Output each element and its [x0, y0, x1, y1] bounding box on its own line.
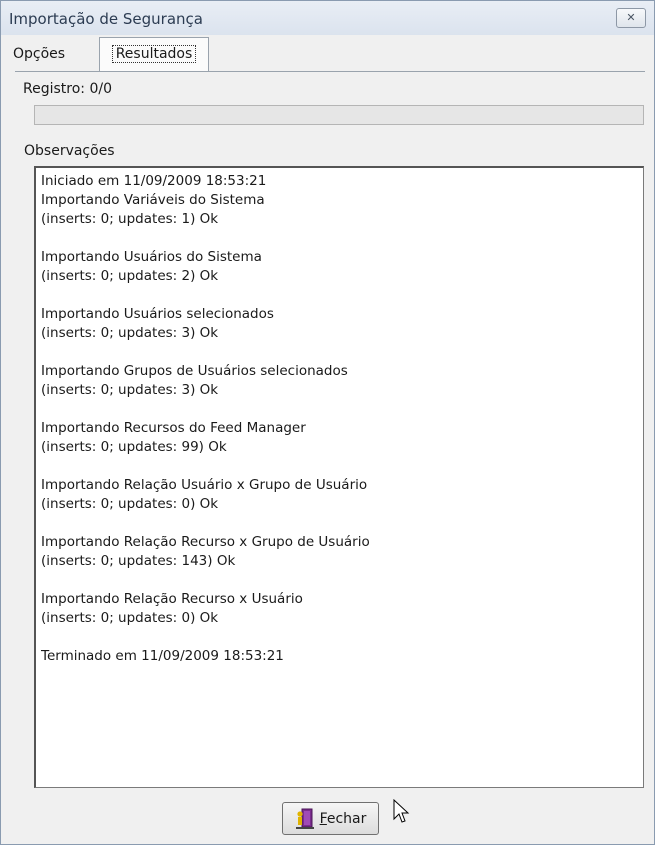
- memo-line: (inserts: 0; updates: 0) Ok: [41, 496, 219, 512]
- memo-line: Importando Variáveis do Sistema: [41, 192, 265, 208]
- memo-line: Importando Relação Recurso x Grupo de Us…: [41, 534, 370, 550]
- window-title: Importação de Segurança: [9, 10, 203, 28]
- memo-line: Importando Recursos do Feed Manager: [41, 420, 306, 436]
- observacoes-memo[interactable]: Iniciado em 11/09/2009 18:53:21 Importand…: [34, 166, 644, 788]
- import-dialog: Importação de Segurança ✕ Opções Resulta…: [0, 0, 655, 845]
- memo-line: Terminado em 11/09/2009 18:53:21: [41, 648, 284, 664]
- memo-line: Importando Grupos de Usuários selecionad…: [41, 363, 348, 379]
- registro-label: Registro: 0/0: [23, 81, 112, 97]
- tab-opcoes-label: Opções: [13, 46, 66, 62]
- memo-line: [41, 457, 638, 476]
- tab-opcoes[interactable]: Opções: [5, 42, 73, 66]
- close-button[interactable]: ✕: [616, 8, 646, 28]
- observacoes-label: Observações: [24, 143, 115, 159]
- memo-line: Importando Usuários selecionados: [41, 306, 274, 322]
- mouse-cursor-icon: [393, 799, 410, 823]
- memo-line: Importando Relação Recurso x Usuário: [41, 591, 303, 607]
- memo-line: (inserts: 0; updates: 0) Ok: [41, 610, 219, 626]
- memo-line: [41, 400, 638, 419]
- memo-line: Importando Usuários do Sistema: [41, 249, 262, 265]
- memo-line: [41, 229, 638, 248]
- close-icon: ✕: [626, 11, 636, 24]
- fechar-label: Fechar: [319, 810, 367, 827]
- memo-line: (inserts: 0; updates: 99) Ok: [41, 439, 227, 455]
- memo-line: (inserts: 0; updates: 3) Ok: [41, 325, 219, 341]
- memo-line: (inserts: 0; updates: 2) Ok: [41, 268, 219, 284]
- memo-line: Importando Relação Usuário x Grupo de Us…: [41, 477, 368, 493]
- memo-line: [41, 286, 638, 305]
- title-bar: Importação de Segurança ✕: [1, 1, 654, 35]
- tab-resultados[interactable]: Resultados: [99, 37, 209, 71]
- memo-line: [41, 628, 638, 647]
- memo-line: (inserts: 0; updates: 143) Ok: [41, 553, 236, 569]
- tab-resultados-label: Resultados: [111, 45, 197, 63]
- fechar-button[interactable]: Fechar: [282, 802, 379, 835]
- memo-line: Iniciado em 11/09/2009 18:53:21: [41, 173, 267, 189]
- door-exit-icon: [295, 808, 314, 829]
- progress-bar: [34, 105, 644, 125]
- memo-line: [41, 343, 638, 362]
- memo-line: (inserts: 0; updates: 1) Ok: [41, 211, 219, 227]
- memo-line: (inserts: 0; updates: 3) Ok: [41, 382, 219, 398]
- memo-line: [41, 571, 638, 590]
- memo-line: [41, 514, 638, 533]
